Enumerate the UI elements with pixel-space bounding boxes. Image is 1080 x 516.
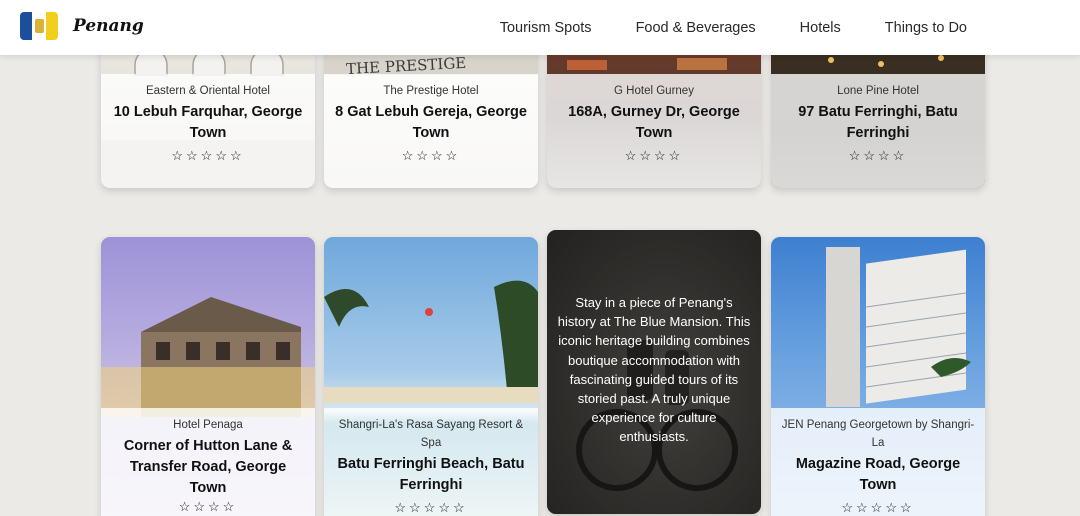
nav-food-beverages[interactable]: Food & Beverages: [636, 20, 756, 36]
hotel-info: Eastern & Oriental Hotel 10 Lebuh Farquh…: [101, 74, 315, 188]
hotel-address: 97 Batu Ferringhi, Batu Ferringhi: [798, 104, 958, 141]
hotel-info: Hotel Penaga Corner of Hutton Lane & Tra…: [101, 408, 315, 516]
hotel-card-penaga[interactable]: Hotel Penaga Corner of Hutton Lane & Tra…: [101, 237, 315, 516]
hotel-address: Batu Ferringhi Beach, Batu Ferringhi: [337, 456, 525, 493]
hotel-name: The Prestige Hotel: [383, 85, 479, 97]
hotel-name: Shangri-La's Rasa Sayang Resort & Spa: [338, 419, 524, 449]
nav-tourism-spots[interactable]: Tourism Spots: [500, 20, 592, 36]
star-rating: ☆☆☆☆: [848, 148, 908, 163]
hotel-name: Eastern & Oriental Hotel: [145, 85, 270, 97]
hotel-info: Shangri-La's Rasa Sayang Resort & Spa Ba…: [324, 408, 538, 516]
hotel-info: G Hotel Gurney 168A, Gurney Dr, George T…: [547, 74, 761, 188]
top-navigation-bar: Penang Tourism Spots Food & Beverages Ho…: [0, 0, 1080, 55]
hotel-info: Lone Pine Hotel 97 Batu Ferringhi, Batu …: [771, 74, 985, 188]
hotel-name: Lone Pine Hotel: [837, 85, 919, 97]
star-rating: ☆☆☆☆: [624, 148, 684, 163]
hotel-card-jen-penang[interactable]: JEN Penang Georgetown by Shangri-La Maga…: [771, 237, 985, 516]
star-rating: ☆☆☆☆☆: [171, 148, 245, 163]
hotel-address: 10 Lebuh Farquhar, George Town: [113, 104, 303, 141]
hotel-address: 8 Gat Lebuh Gereja, George Town: [335, 104, 527, 141]
hotel-address: Corner of Hutton Lane & Transfer Road, G…: [123, 438, 293, 496]
nav-things-to-do[interactable]: Things to Do: [885, 20, 967, 36]
hotel-info: The Prestige Hotel 8 Gat Lebuh Gereja, G…: [324, 74, 538, 188]
brand-name[interactable]: Penang: [73, 16, 144, 36]
star-rating: ☆☆☆☆☆: [841, 500, 915, 515]
star-rating: ☆☆☆☆: [401, 148, 461, 163]
penang-flag-logo[interactable]: [20, 12, 58, 40]
hotel-address: 168A, Gurney Dr, George Town: [568, 104, 740, 141]
star-rating: ☆☆☆☆: [178, 499, 238, 514]
main-nav: Tourism Spots Food & Beverages Hotels Th…: [456, 0, 967, 55]
star-rating: ☆☆☆☆☆: [394, 500, 468, 515]
hotel-card-rasa-sayang[interactable]: Shangri-La's Rasa Sayang Resort & Spa Ba…: [324, 237, 538, 516]
hotel-info: JEN Penang Georgetown by Shangri-La Maga…: [771, 408, 985, 516]
description-overlay: Stay in a piece of Penang's history at T…: [547, 230, 761, 514]
hotel-card-blue-mansion[interactable]: Stay in a piece of Penang's history at T…: [547, 230, 761, 514]
nav-hotels[interactable]: Hotels: [800, 20, 841, 36]
hotel-address: Magazine Road, George Town: [795, 456, 961, 493]
hotel-name: JEN Penang Georgetown by Shangri-La: [781, 419, 975, 449]
hotel-name: G Hotel Gurney: [614, 85, 694, 97]
brand[interactable]: Penang: [20, 12, 144, 40]
hotel-name: Hotel Penaga: [173, 419, 243, 431]
